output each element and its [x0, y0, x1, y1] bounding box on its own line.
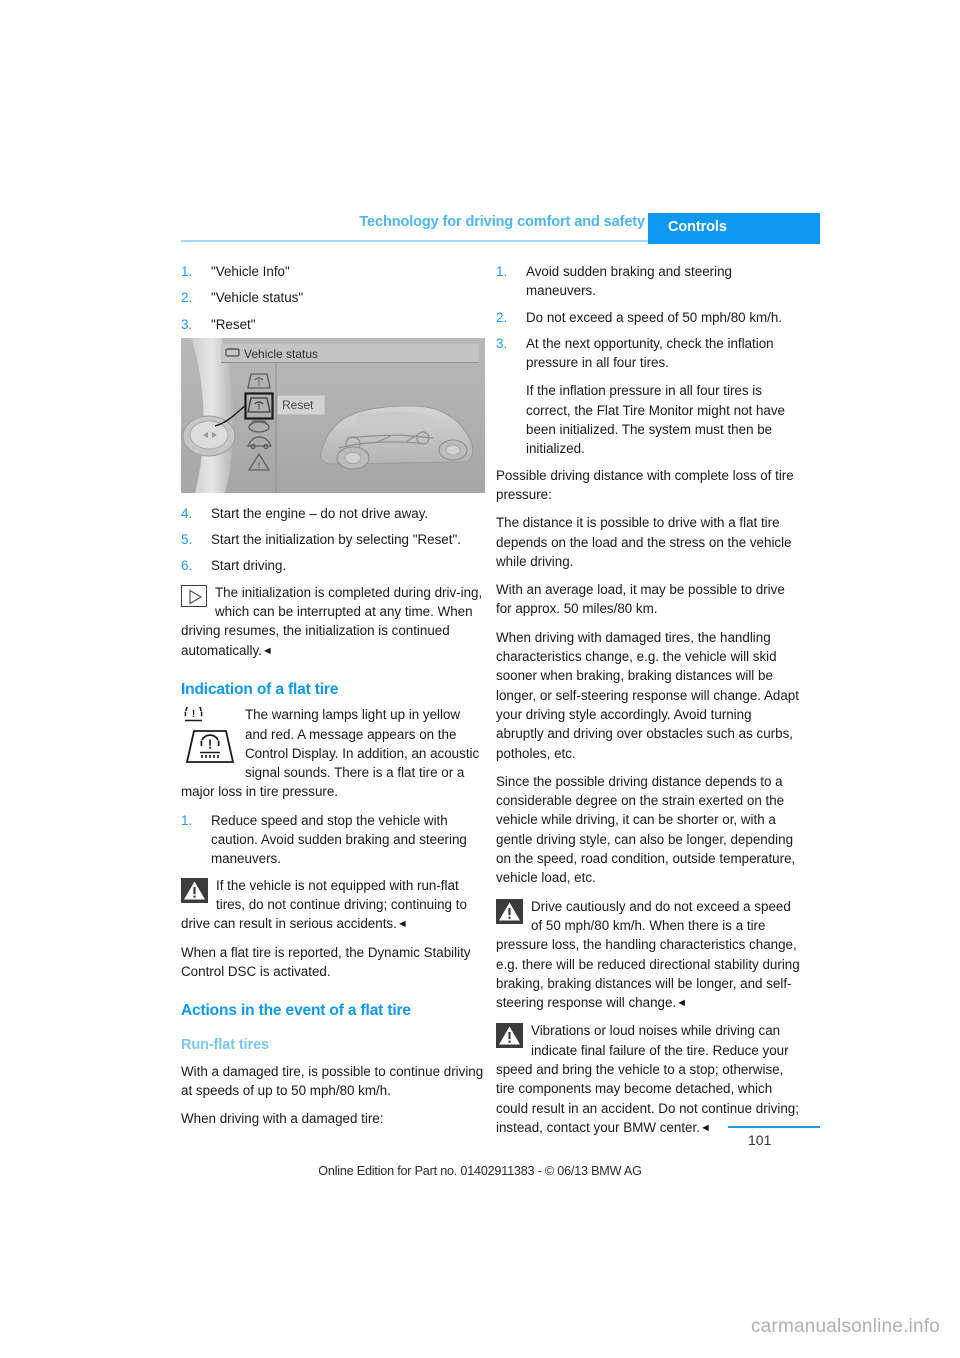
svg-text:!: !	[258, 403, 261, 412]
indication-callout: ! ! The warning lamps light up in yellow…	[181, 703, 485, 801]
runflat-intro-paragraph: When driving with a damaged tire:	[181, 1111, 384, 1127]
list-text: Avoid sudden braking and steering maneuv…	[526, 264, 732, 299]
list-item: 1. Avoid sudden braking and steering man…	[496, 262, 800, 301]
distance-paragraph: The distance it is possible to drive wit…	[496, 515, 792, 569]
list-text: Start the initialization by selecting "R…	[211, 532, 461, 548]
list-item: 1. Reduce speed and stop the vehicle wit…	[181, 811, 485, 869]
list-item: 3. At the next opportunity, check the in…	[496, 334, 800, 459]
handling-paragraph: When driving with damaged tires, the han…	[496, 629, 799, 761]
list-number: 3.	[181, 316, 193, 332]
end-mark: ◄	[396, 918, 408, 931]
site-watermark: carmanualsonline.info	[750, 1316, 940, 1337]
list-text: At the next opportunity, check the infla…	[526, 335, 774, 371]
svg-text:!: !	[208, 737, 212, 752]
warning-icon	[496, 898, 523, 924]
list-number: 1.	[181, 812, 193, 828]
vibration-callout: Vibrations or loud noises while driving …	[496, 1021, 800, 1137]
list-item: 5. Start the initialization by selecting…	[181, 530, 485, 549]
footer-rule	[728, 1126, 820, 1128]
list-number: 1.	[496, 264, 508, 279]
svg-text:!: !	[192, 709, 195, 720]
list-number: 3.	[496, 335, 508, 351]
list-text: "Reset"	[211, 316, 256, 332]
svg-text:!: !	[258, 379, 261, 388]
end-mark: ◄	[676, 997, 688, 1010]
svg-text:Reset: Reset	[282, 398, 314, 412]
warning-icon	[496, 1023, 523, 1049]
list-item: 3. "Reset"	[181, 315, 485, 334]
warning-icon	[181, 877, 208, 903]
tire-pressure-warning-lamps-icon: ! !	[181, 703, 237, 769]
reduce-speed-list: 1. Reduce speed and stop the vehicle wit…	[181, 811, 485, 869]
header-chapter-title: Technology for driving comfort and safet…	[359, 214, 645, 230]
subheading-runflat-tires: Run-flat tires	[181, 1037, 270, 1054]
list-number: 2.	[496, 309, 508, 325]
list-number: 5.	[181, 532, 193, 548]
list-text: Reduce speed and stop the vehicle with c…	[211, 812, 467, 867]
list-text: Do not exceed a speed of 50 mph/80 km/h.	[526, 309, 783, 325]
page-number: 101	[748, 1132, 772, 1148]
distance-intro-paragraph: Possible driving distance with complete …	[496, 467, 794, 502]
runflat-paragraph: With a damaged tire, is possible to cont…	[181, 1063, 484, 1099]
list-text-continuation: If the inflation pressure in all four ti…	[526, 383, 785, 457]
menu-steps-list: 1. "Vehicle Info" 2. "Vehicle status" 3.…	[181, 262, 485, 334]
svg-text:Vehicle status: Vehicle status	[244, 347, 318, 361]
caution-callout: Drive cautiously and do not exceed a spe…	[496, 897, 800, 1013]
list-number: 2.	[181, 290, 193, 306]
vehicle-status-illustration: Vehicle status ! ! Reset !	[181, 338, 485, 493]
manual-page: Technology for driving comfort and safet…	[0, 0, 960, 1358]
running-header: Technology for driving comfort and safet…	[181, 213, 820, 246]
list-text: Start the engine – do not drive away.	[211, 505, 429, 521]
svg-text:!: !	[258, 461, 261, 470]
header-section-label: Controls	[668, 219, 727, 235]
list-item: 2. "Vehicle status"	[181, 288, 485, 307]
runflat-warning-text: If the vehicle is not equipped with run-…	[216, 877, 459, 912]
section-heading-actions: Actions in the event of a flat tire	[181, 1002, 411, 1020]
driving-steps-list: 1. Avoid sudden braking and steering man…	[496, 262, 800, 459]
strain-paragraph: Since the possible driving distance depe…	[496, 773, 796, 886]
right-column: 1. Avoid sudden braking and steering man…	[496, 262, 800, 1146]
list-number: 6.	[181, 558, 193, 574]
list-number: 1.	[181, 264, 193, 279]
list-item: 1. "Vehicle Info"	[181, 262, 485, 281]
end-mark: ◄	[261, 644, 273, 657]
vibration-callout-text: Vibrations or loud noises while driving …	[531, 1023, 781, 1058]
dsc-paragraph: When a flat tire is reported, the Dynami…	[181, 944, 471, 979]
list-text: "Vehicle status"	[211, 290, 304, 306]
header-section-badge: Controls	[648, 213, 820, 244]
edition-notice: Online Edition for Part no. 01402911383 …	[318, 1164, 642, 1178]
list-item: 4. Start the engine – do not drive away.	[181, 504, 485, 523]
list-number: 4.	[181, 505, 193, 521]
list-item: 6. Start driving.	[181, 556, 485, 575]
list-item: 2. Do not exceed a speed of 50 mph/80 km…	[496, 308, 800, 327]
section-heading-indication: Indication of a flat tire	[181, 680, 339, 698]
list-text: Start driving.	[211, 558, 287, 574]
end-mark: ◄	[699, 1121, 711, 1134]
note-icon	[181, 584, 207, 607]
runflat-warning-callout: If the vehicle is not equipped with run-…	[181, 876, 485, 934]
initialization-steps-list: 4. Start the engine – do not drive away.…	[181, 504, 485, 576]
note-callout: The initialization is completed during d…	[181, 583, 485, 660]
average-load-paragraph: With an average load, it may be possible…	[496, 582, 785, 617]
list-text: "Vehicle Info"	[211, 264, 290, 279]
